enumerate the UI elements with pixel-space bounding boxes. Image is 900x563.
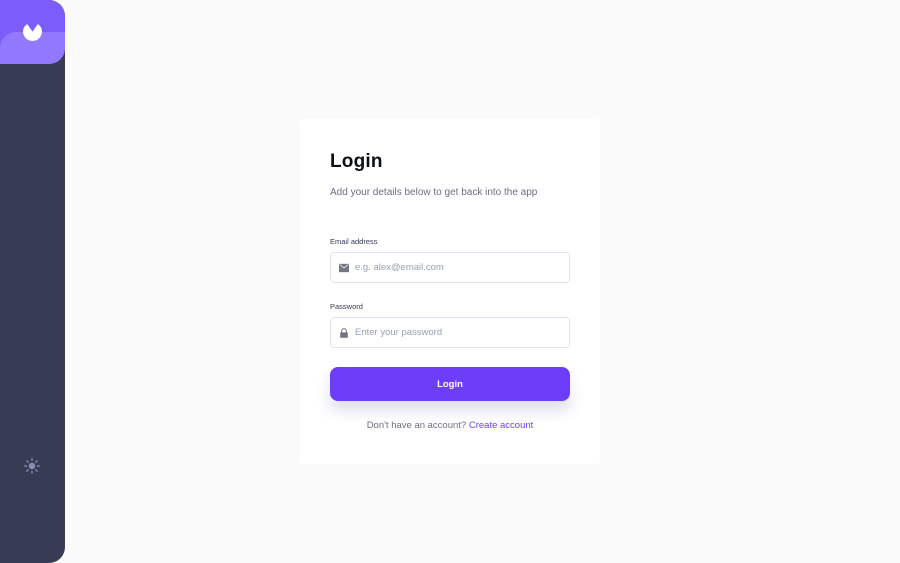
sidebar — [0, 0, 65, 563]
signup-prompt-text: Don't have an account? — [366, 420, 467, 431]
sun-icon[interactable] — [24, 458, 40, 474]
email-input[interactable] — [355, 253, 565, 282]
password-input[interactable] — [355, 318, 565, 347]
login-subtitle: Add your details below to get back into … — [330, 187, 538, 198]
lock-icon — [340, 328, 348, 338]
password-field[interactable] — [330, 317, 570, 348]
envelope-icon — [339, 263, 349, 273]
email-field[interactable] — [330, 252, 570, 283]
login-card: Login Add your details below to get back… — [300, 119, 600, 464]
page-title: Login — [330, 151, 383, 172]
signup-prompt: Don't have an account? Create account — [300, 420, 600, 431]
logo-box[interactable] — [0, 0, 65, 64]
password-label: Password — [330, 302, 363, 311]
create-account-link[interactable]: Create account — [469, 420, 533, 431]
email-label: Email address — [330, 237, 378, 246]
app-logo-icon — [23, 24, 42, 41]
login-button[interactable]: Login — [330, 367, 570, 401]
